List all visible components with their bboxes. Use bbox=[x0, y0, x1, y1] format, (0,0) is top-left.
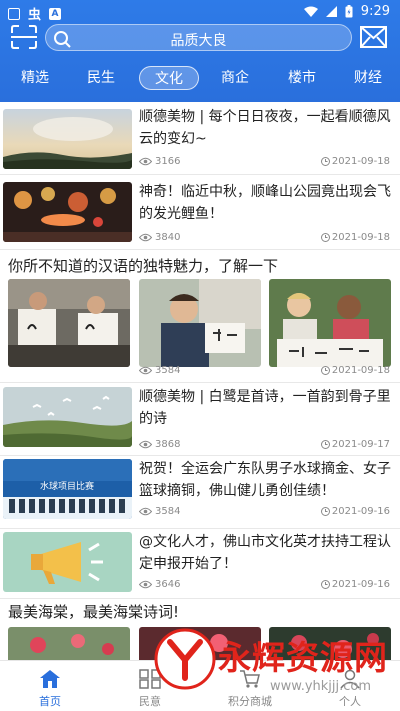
gallery-image bbox=[8, 279, 130, 367]
watermark-url: www.yhkjjj.com bbox=[270, 679, 372, 694]
eye-icon bbox=[139, 507, 152, 516]
scan-icon[interactable] bbox=[11, 25, 37, 49]
gallery-image bbox=[8, 627, 130, 660]
article-thumbnail bbox=[3, 387, 132, 447]
publish-date: 2021-09-18 bbox=[331, 232, 390, 243]
gallery-item[interactable]: 你所不知道的汉语的独特魅力，了解一下 3584 2021-09-18 bbox=[0, 250, 400, 383]
gallery-status-icon bbox=[8, 7, 20, 20]
nav-home[interactable]: 首页 bbox=[0, 661, 100, 711]
article-thumbnail bbox=[3, 532, 132, 592]
list-item[interactable]: 顺德美物 | 每个日日夜夜，一起看顺德风云的变幻~ 3166 2021-09-1… bbox=[0, 102, 400, 175]
eye-icon bbox=[139, 580, 152, 589]
article-meta: 3840 2021-09-18 bbox=[139, 232, 390, 246]
news-feed: 顺德美物 | 每个日日夜夜，一起看顺德风云的变幻~ 3166 2021-09-1… bbox=[0, 102, 400, 660]
list-item[interactable]: 水球项目比赛 祝贺！全运会广东队男子水球摘金、女子篮球摘铜，佛山健儿勇创佳绩！ … bbox=[0, 456, 400, 529]
gallery-title: 你所不知道的汉语的独特魅力，了解一下 bbox=[8, 257, 279, 275]
clock-icon bbox=[320, 157, 330, 166]
search-placeholder: 品质大良 bbox=[170, 33, 227, 49]
view-count: 3840 bbox=[155, 232, 181, 243]
article-meta: 3166 2021-09-18 bbox=[139, 156, 390, 170]
publish-date: 2021-09-16 bbox=[331, 579, 390, 590]
tab-wenhua[interactable]: 文化 bbox=[139, 66, 199, 90]
gallery-meta: 3584 2021-09-18 bbox=[139, 365, 390, 379]
article-thumbnail bbox=[3, 109, 132, 169]
view-count: 3584 bbox=[155, 506, 181, 517]
eye-icon bbox=[139, 157, 152, 166]
publish-date: 2021-09-18 bbox=[331, 156, 390, 167]
thumb-caption: 水球项目比赛 bbox=[40, 480, 94, 492]
clock-icon bbox=[320, 366, 330, 375]
watermark-text: 永辉资源网 bbox=[218, 638, 388, 677]
tab-minsheng[interactable]: 民生 bbox=[80, 66, 122, 90]
wifi-icon bbox=[303, 6, 318, 17]
watermark: 永辉资源网 www.yhkjjj.com bbox=[152, 625, 400, 711]
article-thumbnail bbox=[3, 182, 132, 242]
a-status-icon: A bbox=[49, 7, 62, 20]
article-title: 顺德美物 | 每个日日夜夜，一起看顺德风云的变幻~ bbox=[139, 109, 391, 147]
eye-icon bbox=[139, 366, 152, 375]
view-count: 3584 bbox=[155, 365, 181, 376]
view-count: 3166 bbox=[155, 156, 181, 167]
article-thumbnail: 水球项目比赛 bbox=[3, 459, 132, 519]
tab-shangqi[interactable]: 商企 bbox=[214, 66, 256, 90]
category-tabs: 精选 民生 文化 商企 楼市 财经 bbox=[0, 66, 400, 90]
clock-icon bbox=[320, 507, 330, 516]
article-title: 祝贺！全运会广东队男子水球摘金、女子篮球摘铜，佛山健儿勇创佳绩！ bbox=[139, 461, 391, 499]
status-time: 9:29 bbox=[360, 4, 390, 19]
eye-icon bbox=[139, 440, 152, 449]
mail-icon[interactable] bbox=[360, 26, 387, 48]
view-count: 3868 bbox=[155, 439, 181, 450]
publish-date: 2021-09-18 bbox=[331, 365, 390, 376]
article-title: 顺德美物 | 白鹭是首诗，一首韵到骨子里的诗 bbox=[139, 389, 391, 427]
article-meta: 3646 2021-09-16 bbox=[139, 579, 390, 593]
watermark-logo bbox=[154, 628, 216, 690]
list-item[interactable]: 顺德美物 | 白鹭是首诗，一首韵到骨子里的诗 3868 2021-09-17 bbox=[0, 383, 400, 456]
article-title: 神奇！临近中秋，顺峰山公园竟出现会飞的发光鲤鱼！ bbox=[139, 184, 391, 222]
publish-date: 2021-09-16 bbox=[331, 506, 390, 517]
clock-icon bbox=[320, 580, 330, 589]
battery-icon bbox=[345, 5, 353, 18]
publish-date: 2021-09-17 bbox=[331, 439, 390, 450]
list-item[interactable]: @文化人才，佛山市文化英才扶持工程认定申报开始了！ 3646 2021-09-1… bbox=[0, 529, 400, 599]
tab-caijing[interactable]: 财经 bbox=[347, 66, 389, 90]
tab-jingxuan[interactable]: 精选 bbox=[14, 66, 56, 90]
top-bar: 虫 A 9:29 品质大良 精选 民生 文化 商企 楼市 财经 bbox=[0, 0, 400, 102]
search-bar[interactable]: 品质大良 bbox=[45, 24, 352, 51]
home-icon bbox=[40, 670, 60, 688]
list-item[interactable]: 神奇！临近中秋，顺峰山公园竟出现会飞的发光鲤鱼！ 3840 2021-09-18 bbox=[0, 175, 400, 250]
article-title: @文化人才，佛山市文化英才扶持工程认定申报开始了！ bbox=[139, 534, 391, 572]
signal-icon bbox=[325, 6, 337, 17]
tab-loushi[interactable]: 楼市 bbox=[281, 66, 323, 90]
gallery-image bbox=[269, 279, 391, 367]
article-meta: 3868 2021-09-17 bbox=[139, 439, 390, 453]
eye-icon bbox=[139, 233, 152, 242]
view-count: 3646 bbox=[155, 579, 181, 590]
gallery-title: 最美海棠，最美海棠诗词! bbox=[8, 603, 180, 621]
clock-icon bbox=[320, 440, 330, 449]
clock-icon bbox=[320, 233, 330, 242]
gallery-image bbox=[139, 279, 261, 367]
status-bar: 虫 A 9:29 bbox=[0, 0, 400, 24]
nav-home-label: 首页 bbox=[39, 695, 61, 708]
bug-status-icon: 虫 bbox=[28, 8, 42, 23]
article-meta: 3584 2021-09-16 bbox=[139, 506, 390, 520]
